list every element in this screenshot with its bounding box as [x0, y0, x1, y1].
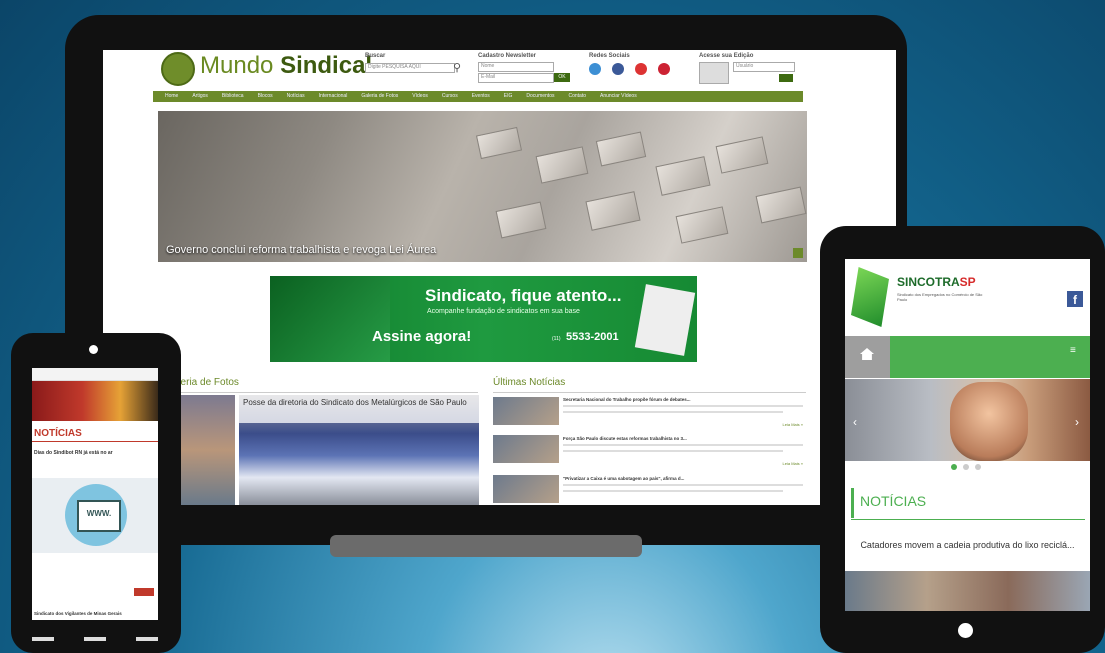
phone-banner: [32, 381, 158, 421]
ad-banner[interactable]: Sindicato, fique atento... Acompanhe fun…: [270, 276, 697, 362]
newsletter-name-field[interactable]: Nome: [478, 62, 554, 72]
news-thumb[interactable]: [493, 397, 559, 425]
news-text-line: [563, 490, 783, 492]
phone-header: [32, 368, 158, 381]
news-text-line: [563, 405, 803, 407]
phone-read-button[interactable]: [134, 588, 154, 596]
gallery-thumb[interactable]: [173, 395, 235, 505]
section-accent: [851, 488, 854, 518]
divider: [173, 392, 478, 393]
tablet-home-button[interactable]: [958, 623, 973, 638]
main-nav: Home Artigos Biblioteca Blocos Notícias …: [153, 91, 803, 102]
tablet-brand-sub: Sindicato dos Empregados no Comércio de …: [897, 292, 983, 302]
banner-title: Sindicato, fique atento...: [425, 286, 622, 305]
facebook-icon[interactable]: [612, 63, 624, 75]
nav-item[interactable]: Contato: [568, 91, 586, 102]
nav-item[interactable]: Anunciar Vídeos: [600, 91, 637, 102]
nav-item[interactable]: Artigos: [192, 91, 208, 102]
slider-prev-icon[interactable]: ‹: [853, 415, 857, 429]
phone-article-image[interactable]: WWW.: [32, 478, 158, 553]
phone-headline[interactable]: Dias do Sindibot RN já está no ar: [34, 450, 113, 456]
globe-icon: [161, 52, 195, 86]
newsletter-ok-button[interactable]: OK: [554, 73, 570, 82]
nav-item[interactable]: Internacional: [319, 91, 348, 102]
read-more-link[interactable]: Leia Mais »: [763, 422, 803, 427]
slider-next-icon[interactable]: ›: [1075, 415, 1079, 429]
home-icon[interactable]: [845, 336, 890, 378]
tablet-headline[interactable]: Catadores movem a cadeia produtiva do li…: [855, 539, 1080, 551]
nav-item[interactable]: Biblioteca: [222, 91, 244, 102]
nav-item[interactable]: Documentos: [526, 91, 554, 102]
phone-camera: [89, 345, 98, 354]
nav-item[interactable]: Cursos: [442, 91, 458, 102]
hero-next-button[interactable]: [793, 248, 803, 258]
edition-user-field[interactable]: Usuário: [733, 62, 795, 72]
news-thumb[interactable]: [493, 475, 559, 503]
phone-section-title: NOTÍCIAS: [34, 428, 82, 439]
flickr-icon[interactable]: [658, 63, 670, 75]
tablet-brand[interactable]: SINCOTRASP: [897, 275, 976, 289]
news-text-line: [563, 444, 803, 446]
blog-icon[interactable]: [589, 63, 601, 75]
news-item-title[interactable]: Secretaria Nacional do Trabalho propõe f…: [563, 397, 803, 402]
site-logo[interactable]: Mundo Sindical: [200, 52, 372, 80]
nav-item[interactable]: Blocos: [258, 91, 273, 102]
read-more-link[interactable]: Leia Mais »: [763, 461, 803, 466]
nav-item[interactable]: Vídeos: [412, 91, 428, 102]
banner-phone-prefix: (11): [552, 336, 561, 342]
slider-dot[interactable]: [951, 464, 957, 470]
search-icon[interactable]: ⚲: [453, 61, 461, 74]
search-label: Buscar: [365, 53, 386, 59]
gallery-main-photo[interactable]: Posse da diretoria do Sindicato dos Meta…: [239, 395, 479, 505]
edition-go-button[interactable]: [779, 74, 793, 82]
nav-item[interactable]: Home: [165, 91, 178, 102]
nav-item[interactable]: EIG: [504, 91, 513, 102]
phone-nav-bar: [32, 637, 54, 641]
nav-item[interactable]: Notícias: [287, 91, 305, 102]
banner-subtitle: Acompanhe fundação de sindicatos em sua …: [427, 308, 580, 315]
search-input[interactable]: Digite PESQUISA AQUI: [365, 63, 455, 73]
news-item-title[interactable]: Força São Paulo discute estas reformas t…: [563, 436, 803, 441]
www-icon: WWW.: [77, 500, 121, 532]
nav-item[interactable]: Galeria de Fotos: [361, 91, 398, 102]
monitor-stand: [330, 535, 642, 557]
social-label: Redes Sociais: [589, 53, 630, 59]
youtube-icon[interactable]: [635, 63, 647, 75]
news-text-line: [563, 411, 783, 413]
news-text-line: [563, 450, 783, 452]
phone-screen: NOTÍCIAS Dias do Sindibot RN já está no …: [32, 368, 158, 620]
news-title: Últimas Notícias: [493, 377, 566, 388]
hero-caption[interactable]: Governo conclui reforma trabalhista e re…: [166, 244, 436, 256]
phone-nav-bar: [136, 637, 158, 641]
divider: [32, 441, 158, 442]
gallery-caption: Posse da diretoria do Sindicato dos Meta…: [243, 398, 467, 407]
tablet-slider[interactable]: [845, 379, 1090, 461]
banner-cta[interactable]: Assine agora!: [372, 328, 471, 345]
tablet-section-title: NOTÍCIAS: [860, 493, 927, 509]
tablet-screen: SINCOTRASP Sindicato dos Empregados no C…: [845, 259, 1090, 611]
phone-footer-headline[interactable]: Sindicato dos Vigilantes de Minas Gerais: [34, 611, 122, 616]
menu-icon[interactable]: ≡: [1070, 345, 1076, 356]
news-item-title[interactable]: "Privatizar a Caixa é uma sabotagem ao p…: [563, 476, 803, 481]
divider: [851, 519, 1085, 520]
banner-phone: 5533-2001: [566, 331, 619, 343]
edition-thumb[interactable]: [699, 62, 729, 84]
divider: [493, 392, 806, 393]
nav-item[interactable]: Eventos: [472, 91, 490, 102]
news-thumb[interactable]: [493, 435, 559, 463]
tablet-logo-icon: [851, 267, 889, 327]
newsletter-email-field[interactable]: E-Mail: [478, 73, 554, 83]
newspaper-image: [634, 284, 696, 356]
hero-slider[interactable]: Governo conclui reforma trabalhista e re…: [158, 111, 807, 262]
phone-nav-bar: [84, 637, 106, 641]
news-text-line: [563, 484, 803, 486]
newsletter-label: Cadastro Newsletter: [478, 53, 537, 59]
slider-dot[interactable]: [963, 464, 969, 470]
slider-dot[interactable]: [975, 464, 981, 470]
edition-label: Acesse sua Edição: [699, 53, 754, 59]
desktop-screen: Mundo Sindical Buscar Digite PESQUISA AQ…: [103, 50, 896, 505]
tablet-article-image[interactable]: [845, 571, 1090, 611]
facebook-icon[interactable]: f: [1067, 291, 1083, 307]
